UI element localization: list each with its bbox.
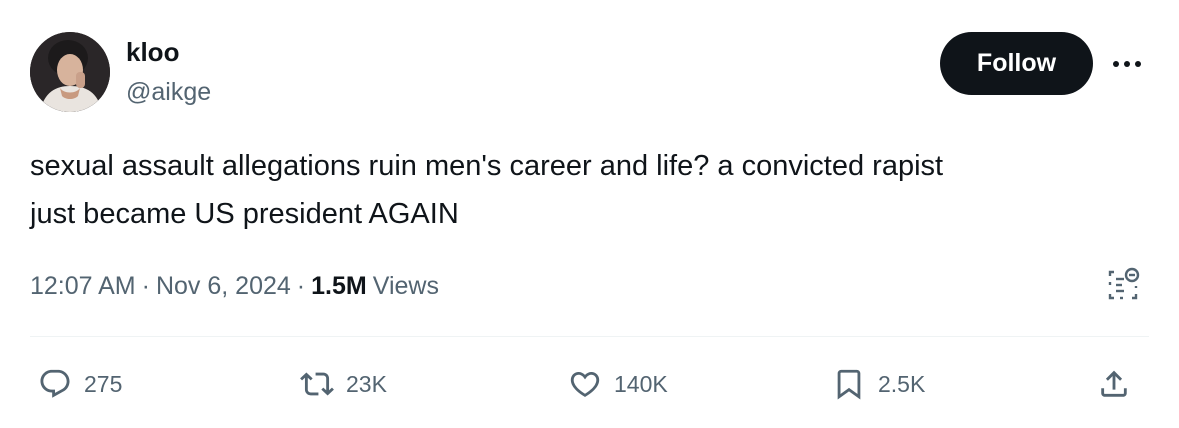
repost-icon — [300, 372, 334, 396]
more-icon — [1113, 61, 1141, 67]
share-icon — [1101, 370, 1127, 397]
community-notes-button[interactable] — [1104, 266, 1142, 304]
follow-button[interactable]: Follow — [940, 32, 1093, 95]
like-count: 140K — [614, 370, 668, 397]
avatar[interactable] — [30, 32, 110, 112]
more-options-button[interactable] — [1105, 46, 1149, 82]
tweet-date[interactable]: Nov 6, 2024 — [156, 268, 291, 304]
community-notes-icon — [1108, 267, 1140, 300]
tweet-text: sexual assault allegations ruin men's ca… — [30, 150, 944, 230]
display-name[interactable]: kloo — [126, 36, 179, 68]
tweet-time[interactable]: 12:07 AM — [30, 268, 136, 304]
repost-button[interactable]: 23K — [300, 364, 387, 404]
repost-count: 23K — [346, 370, 387, 397]
bookmark-button[interactable]: 2.5K — [832, 364, 925, 404]
reply-button[interactable]: 275 — [38, 364, 122, 404]
like-icon — [570, 371, 600, 397]
views-label: Views — [372, 272, 439, 300]
avatar-image — [30, 32, 110, 112]
tweet-card: kloo @aikge Follow sexual assault allega… — [0, 0, 1179, 428]
reply-icon — [40, 369, 70, 398]
user-handle[interactable]: @aikge — [126, 77, 211, 107]
bookmark-count: 2.5K — [878, 370, 926, 397]
divider — [30, 336, 1149, 337]
views-count: 1.5M — [311, 272, 367, 300]
tweet-meta: 12:07 AM · Nov 6, 2024 · 1.5M Views — [30, 268, 439, 304]
meta-separator: · — [141, 272, 150, 300]
like-button[interactable]: 140K — [568, 364, 668, 404]
bookmark-icon — [837, 369, 861, 400]
share-button[interactable] — [1097, 364, 1131, 404]
meta-separator: · — [296, 272, 306, 300]
reply-count: 275 — [84, 370, 123, 397]
